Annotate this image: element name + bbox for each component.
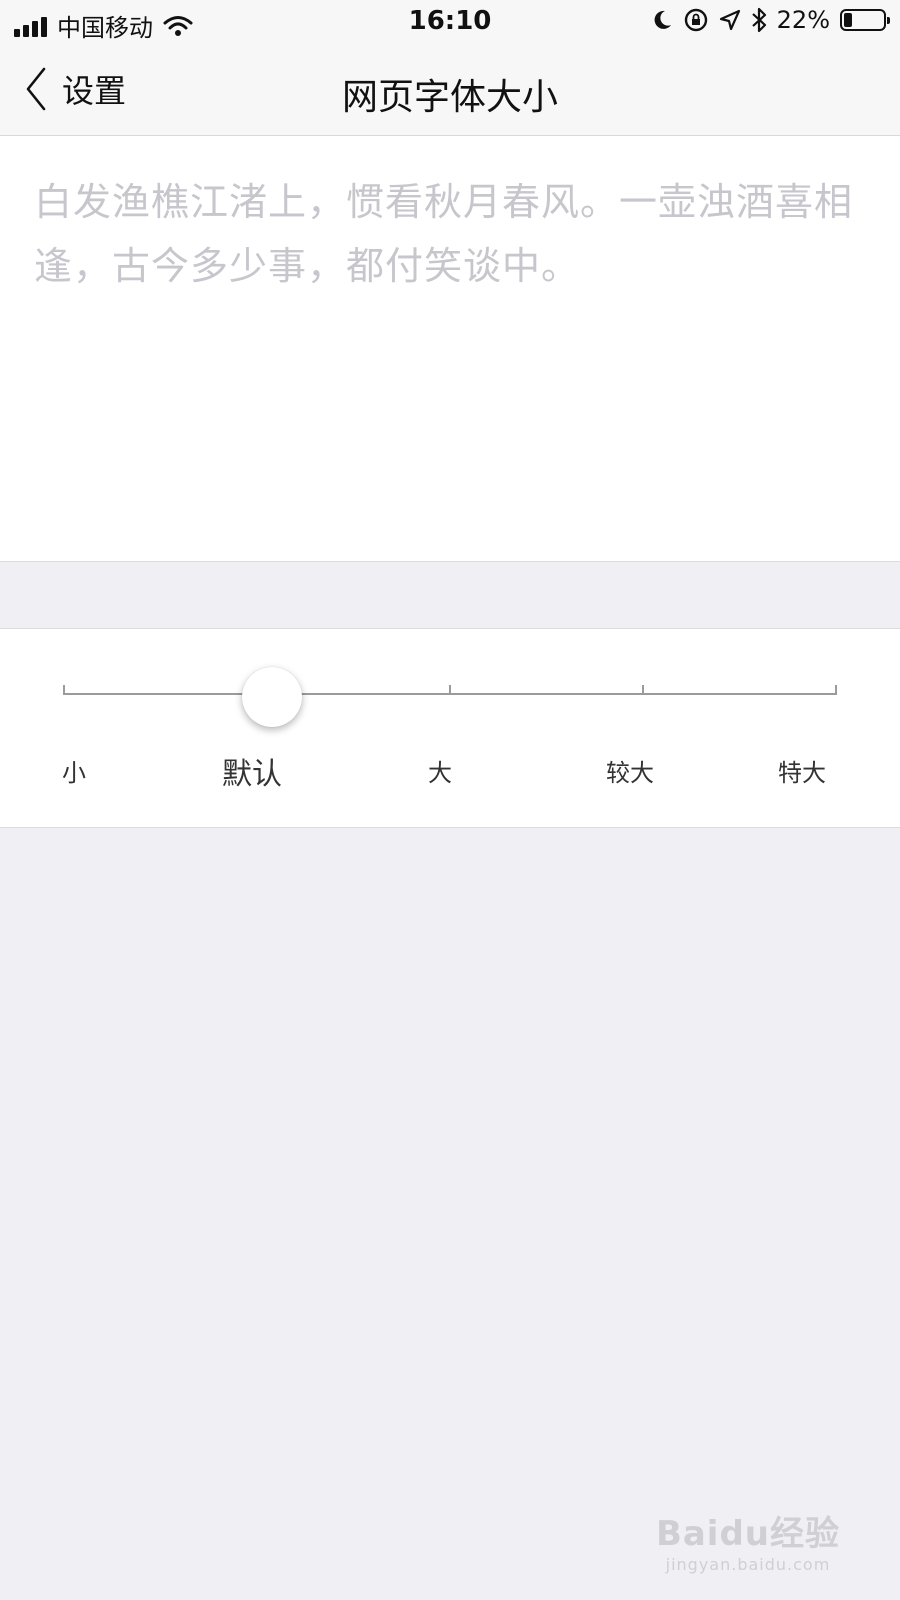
watermark-logo: Baidu经验 jingyan.baidu.com (656, 1506, 840, 1574)
size-option-label[interactable]: 较大 (606, 753, 654, 788)
slider-tick (449, 685, 451, 695)
battery-percent: 22% (776, 6, 830, 34)
size-option-label[interactable]: 特大 (778, 753, 826, 788)
status-right: 22% (651, 6, 890, 34)
watermark-url: jingyan.baidu.com (665, 1555, 831, 1574)
location-icon (719, 9, 740, 31)
size-option-label[interactable]: 大 (428, 753, 452, 788)
slider-tick (835, 685, 837, 695)
status-bar: 中国移动 16:10 22% (0, 0, 900, 44)
font-preview-panel: 白发渔樵江渚上，惯看秋月春风。一壶浊酒喜相逢，古今多少事，都付笑谈中。 (0, 136, 900, 562)
watermark-brand: Baidu经验 (655, 1514, 840, 1554)
slider-track[interactable] (63, 685, 837, 695)
preview-text: 白发渔樵江渚上，惯看秋月春风。一壶浊酒喜相逢，古今多少事，都付笑谈中。 (34, 180, 854, 288)
rotation-lock-icon (684, 8, 707, 32)
page-title: 网页字体大小 (341, 77, 558, 118)
nav-bar: 设置 网页字体大小 (0, 44, 900, 136)
font-size-slider-card: 小 默认 大 较大 特大 (0, 628, 900, 828)
battery-level (844, 13, 852, 27)
battery-icon (840, 9, 890, 31)
moon-icon (654, 10, 671, 29)
size-option-label[interactable]: 小 (62, 753, 86, 788)
slider-tick (63, 685, 65, 695)
slider-tick (642, 685, 644, 695)
bluetooth-icon (751, 7, 766, 33)
slider-thumb[interactable] (242, 667, 302, 727)
size-option-label[interactable]: 默认 (222, 749, 282, 793)
